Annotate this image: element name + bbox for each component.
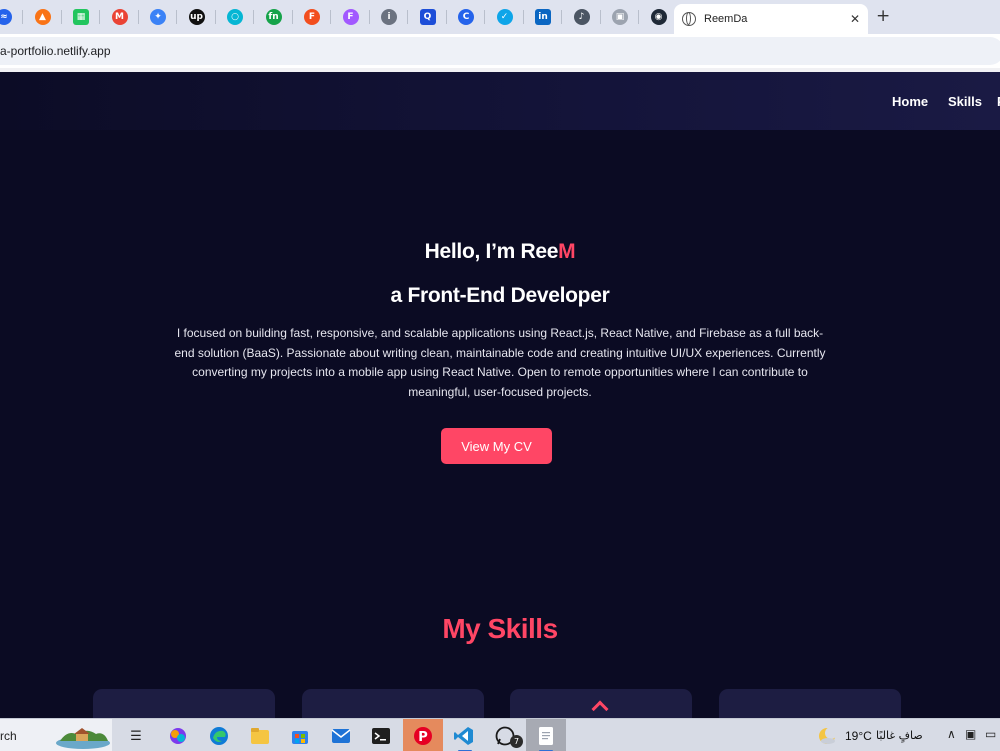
info-icon: i (381, 9, 397, 25)
tray-chevron-up-icon[interactable]: ∧ (947, 728, 956, 740)
address-bar: a-portfolio.netlify.app (0, 34, 1000, 68)
skill-card (510, 689, 692, 718)
skill-card (719, 689, 901, 718)
skill-card (302, 689, 484, 718)
nav-home-link[interactable]: Home (892, 94, 928, 109)
weather-description[interactable]: صافٍ غالبًا (876, 729, 923, 742)
upwork-icon: up (188, 9, 205, 25)
nav-skills-link[interactable]: Skills (948, 94, 982, 109)
gmail-icon: M (111, 9, 128, 25)
vscode-icon[interactable] (453, 725, 475, 747)
hero-greeting: Hello, I’m ReeM (0, 240, 1000, 264)
grid-icon: ▦ (73, 9, 89, 25)
pinned-tab[interactable]: ○ (216, 5, 254, 29)
search-landscape-icon (56, 728, 110, 749)
close-tab-icon[interactable]: ✕ (850, 12, 860, 26)
pinterest-icon[interactable]: P (412, 725, 434, 747)
wave-icon: ≈ (0, 9, 12, 25)
pinned-tab[interactable]: ≈ (0, 5, 23, 29)
pinned-tab[interactable]: F (293, 5, 331, 29)
figma-icon: F (304, 9, 320, 25)
pinned-tab[interactable]: ▲ (24, 5, 62, 29)
copilot-icon[interactable] (167, 725, 189, 747)
edge-icon[interactable] (208, 725, 230, 747)
linkedin-icon: in (535, 9, 551, 25)
active-tab[interactable]: ReemDa ✕ (674, 4, 868, 34)
pinned-tab[interactable]: ♪ (563, 5, 601, 29)
pinned-tab[interactable]: ▣ (601, 5, 639, 29)
chevron-up-icon (591, 700, 609, 718)
weather-temperature[interactable]: 19°C (845, 729, 872, 743)
greeting-accent: M (558, 240, 576, 263)
pinned-tab[interactable]: F (332, 5, 370, 29)
figma-icon-2: F (342, 9, 359, 25)
site-navbar: Home Skills P (0, 72, 1000, 130)
pinned-tab[interactable]: ◉ (640, 5, 678, 29)
skills-heading: My Skills (442, 613, 558, 644)
tray-network-icon[interactable]: ▭ (985, 728, 996, 740)
pinned-tab[interactable]: C (447, 5, 485, 29)
ring-icon: ○ (227, 9, 243, 25)
terminal-icon[interactable] (370, 725, 392, 747)
notepad-icon[interactable] (535, 725, 557, 747)
speaker-icon: ♪ (573, 9, 590, 25)
pinned-tab[interactable]: in (524, 5, 562, 29)
tray-camera-icon[interactable]: ▣ (965, 728, 976, 740)
hero-role: a Front-End Developer (390, 284, 610, 307)
bird-icon: ✓ (496, 9, 513, 25)
portfolio-page: Home Skills P Hello, I’m ReeM a Front-En… (0, 72, 1000, 718)
view-cv-button[interactable]: View My CV (441, 428, 552, 464)
windows-taskbar: rch ☰ P 7 19°C صافٍ غالبًا ∧ ▣ ▭ (0, 718, 1000, 751)
browser-tab-strip: ≈ ▲ ▦ M ✦ up ○ fn F Fi Q C ✓ in ♪ ▣ ◉ ReemDa ✕ + (0, 0, 1000, 34)
globe-icon (682, 12, 696, 26)
target-icon: ◉ (650, 9, 667, 25)
fire-icon: ▲ (34, 9, 51, 25)
weather-moon-icon[interactable] (816, 725, 838, 747)
url-field[interactable] (0, 37, 1000, 65)
greeting-text: Hello, I’m Ree (424, 240, 559, 263)
search-text: rch (0, 729, 17, 743)
pinned-tab[interactable]: ▦ (62, 5, 100, 29)
active-tab-title: ReemDa (704, 13, 748, 25)
quill-icon: Q (419, 9, 436, 25)
hero-description: I focused on building fast, responsive, … (174, 326, 826, 400)
pinned-tab[interactable]: M (101, 5, 139, 29)
pinned-tab[interactable]: i (370, 5, 408, 29)
new-tab-icon[interactable]: + (876, 8, 890, 25)
c-icon: C (458, 9, 474, 25)
pinned-tab[interactable]: fn (255, 5, 293, 29)
pinned-tab[interactable]: ✓ (486, 5, 524, 29)
whatsapp-badge: 7 (510, 735, 523, 748)
picture-icon: ▣ (612, 9, 628, 25)
pinned-tab[interactable]: up (178, 5, 216, 29)
store-icon[interactable] (289, 725, 311, 747)
fn-icon: fn (265, 9, 282, 25)
url-text[interactable]: a-portfolio.netlify.app (0, 44, 111, 58)
pinned-tab[interactable]: ✦ (139, 5, 177, 29)
file-explorer-icon[interactable] (249, 725, 271, 747)
mail-icon[interactable] (330, 725, 352, 747)
taskbar-search[interactable]: rch (0, 719, 112, 751)
pinned-tab[interactable]: Q (409, 5, 447, 29)
skill-card (93, 689, 275, 718)
task-view-icon[interactable]: ☰ (125, 725, 147, 747)
sparkle-icon: ✦ (150, 9, 166, 25)
svg-text:P: P (418, 730, 428, 745)
